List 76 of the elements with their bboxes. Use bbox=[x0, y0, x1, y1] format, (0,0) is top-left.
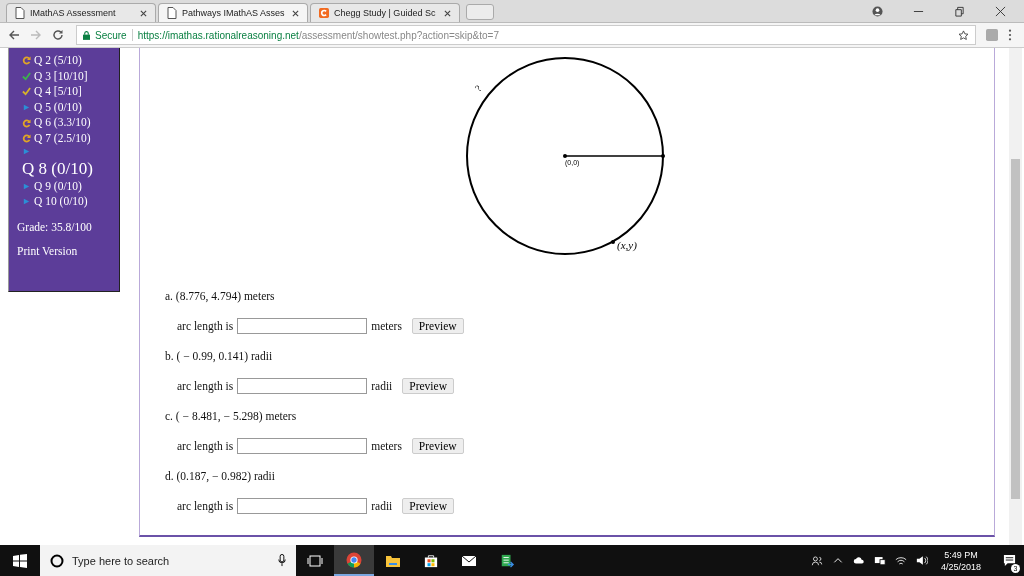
preview-button[interactable]: Preview bbox=[402, 378, 454, 394]
question-link[interactable]: Q 2 (5/10) bbox=[34, 53, 82, 69]
answer-label: arc length is bbox=[177, 500, 234, 512]
clock-time[interactable]: 5:49 PM bbox=[944, 548, 978, 561]
search-field[interactable]: Type here to search bbox=[40, 545, 296, 576]
unit-label: radii bbox=[371, 500, 393, 512]
preview-button[interactable]: Preview bbox=[402, 498, 454, 514]
print-version-link[interactable]: Print Version bbox=[9, 232, 119, 257]
answer-field[interactable] bbox=[237, 498, 368, 514]
answer-field[interactable] bbox=[237, 378, 368, 394]
close-icon[interactable] bbox=[444, 9, 451, 17]
preview-button[interactable]: Preview bbox=[411, 438, 464, 454]
close-icon[interactable] bbox=[292, 9, 299, 17]
triangle-icon bbox=[22, 103, 31, 113]
part-prompt: b. ( − 0.99, 0.141) radii bbox=[164, 349, 274, 365]
question-link[interactable]: Q 7 (2.5/10) bbox=[34, 130, 91, 147]
part-prompt: d. (0.187, − 0.982) radii bbox=[164, 469, 276, 485]
secure-label: Secure bbox=[95, 29, 127, 41]
folder-icon[interactable] bbox=[385, 553, 401, 568]
address-field[interactable]: Secure https://imathas.rationalreasoning.net/assessment/showtest.php?action=skip&to=7 bbox=[76, 25, 976, 45]
question-link[interactable]: Q 8 (0/10) bbox=[22, 158, 93, 179]
retry-icon bbox=[22, 56, 31, 66]
browser-tab[interactable]: Pathways IMathAS Asses bbox=[158, 3, 308, 22]
close-icon[interactable] bbox=[995, 5, 1006, 17]
question-link[interactable]: Q 5 (0/10) bbox=[34, 99, 82, 116]
tab-title: Pathways IMathAS Asses bbox=[182, 8, 286, 18]
question-link[interactable]: Q 6 (3.3/10) bbox=[34, 115, 91, 131]
message-icon bbox=[1002, 554, 1016, 567]
unit-label: meters bbox=[371, 440, 402, 452]
volume-icon[interactable] bbox=[915, 555, 928, 566]
question-link[interactable]: Q 9 (0/10) bbox=[34, 178, 82, 195]
microphone-icon[interactable] bbox=[278, 554, 286, 567]
question-link[interactable]: Q 10 (0/10) bbox=[34, 194, 88, 210]
clock-date[interactable]: 4/25/2018 bbox=[940, 560, 981, 573]
close-icon[interactable] bbox=[140, 9, 147, 17]
star-icon[interactable] bbox=[958, 29, 969, 41]
answer-label: arc length is bbox=[177, 320, 234, 332]
part-prompt: a. (8.776, 4.794) meters bbox=[164, 289, 276, 305]
part-prompt: c. ( − 8.481, − 5.298) meters bbox=[164, 409, 298, 425]
back-icon[interactable] bbox=[8, 29, 20, 41]
restore-icon[interactable] bbox=[954, 5, 965, 17]
spreadsheet-arrow-icon[interactable] bbox=[499, 553, 515, 568]
tab-title: Chegg Study | Guided Sc bbox=[334, 8, 437, 18]
tab-title: IMathAS Assessment bbox=[30, 8, 117, 18]
question-link[interactable]: Q 3 [10/10] bbox=[34, 68, 88, 85]
question-link[interactable]: Q 4 [5/10] bbox=[34, 84, 82, 100]
browser-tab[interactable]: IMathAS Assessment bbox=[6, 3, 156, 22]
answer-label: arc length is bbox=[177, 380, 234, 392]
c-logo-icon bbox=[319, 7, 329, 19]
browser-tab[interactable]: Chegg Study | Guided Sc bbox=[310, 3, 460, 22]
grade-text: Grade: 35.8/100 bbox=[16, 219, 93, 233]
menu-icon[interactable] bbox=[1008, 29, 1012, 41]
url-text: https://imathas.rationalreasoning.net/assessment/showtest.php?action=skip&to=7 bbox=[137, 29, 500, 41]
envelope-icon[interactable] bbox=[461, 553, 477, 568]
answer-field[interactable] bbox=[237, 318, 368, 334]
lock-icon bbox=[83, 30, 90, 40]
preview-button[interactable]: Preview bbox=[411, 318, 464, 334]
unit-label: radii bbox=[371, 380, 393, 392]
cloud-icon[interactable] bbox=[852, 555, 865, 566]
answer-field[interactable] bbox=[237, 438, 368, 454]
profile-icon[interactable] bbox=[872, 5, 883, 17]
unit-label: meters bbox=[371, 320, 402, 332]
chrome-icon[interactable] bbox=[346, 551, 362, 568]
network-icon[interactable] bbox=[873, 555, 886, 566]
document-icon bbox=[167, 7, 177, 19]
document-icon bbox=[15, 7, 25, 19]
shopping-bag-icon[interactable] bbox=[423, 553, 439, 568]
wifi-icon[interactable] bbox=[894, 555, 907, 566]
scrollbar[interactable] bbox=[1009, 48, 1022, 545]
people-icon[interactable] bbox=[810, 555, 823, 566]
task-view-icon[interactable] bbox=[307, 553, 323, 568]
windows-start-icon[interactable] bbox=[13, 553, 27, 568]
cortana-circle-icon bbox=[50, 553, 64, 568]
triangle-icon bbox=[22, 146, 31, 156]
answer-label: arc length is bbox=[177, 440, 234, 452]
reload-icon[interactable] bbox=[52, 29, 64, 41]
